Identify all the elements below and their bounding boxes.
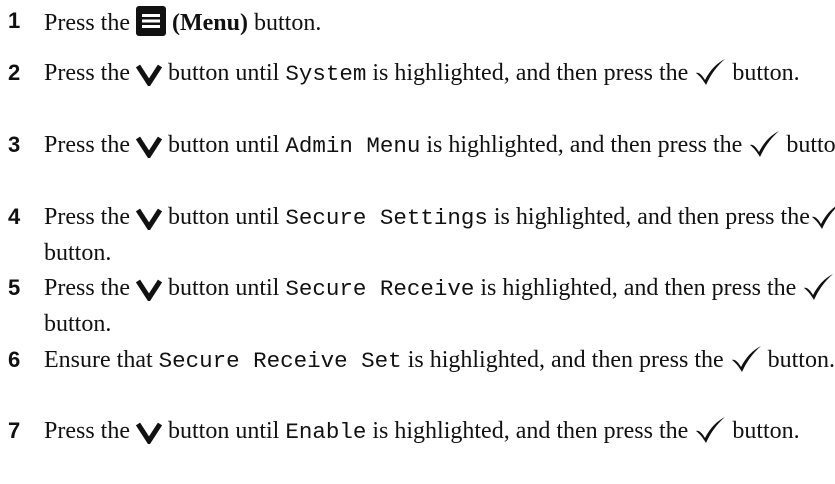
check-icon (694, 58, 726, 94)
instruction-text: button until (162, 132, 286, 158)
step-item: 4 Press the button until Secure Settings … (0, 202, 835, 268)
instruction-text: button until (162, 275, 286, 301)
instruction-text: button until (162, 204, 286, 230)
check-icon (810, 202, 835, 238)
down-arrow-icon (135, 277, 163, 309)
step-item: 5 Press the button until Secure Receive i… (0, 273, 835, 339)
step-number: 6 (8, 347, 21, 372)
menu-option-text: Enable (285, 419, 367, 445)
instruction-text: is highlighted, and then press the (420, 132, 749, 158)
down-arrow-icon (135, 62, 163, 94)
instruction-text: Press the (44, 275, 136, 301)
step-item: 7 Press the button until Enable is highli… (0, 416, 835, 452)
instruction-text: is highlighted, and then press the (366, 60, 695, 86)
instruction-text: Ensure that (44, 347, 159, 373)
step-number: 1 (8, 8, 21, 33)
menu-option-text: System (285, 61, 367, 87)
instruction-text: Press the (44, 204, 136, 230)
instruction-text: is highlighted, and then press the (366, 418, 695, 444)
instruction-text: Press the (44, 132, 136, 158)
check-icon (694, 416, 726, 452)
instruction-text: is highlighted, and then press the (401, 347, 730, 373)
button-name-text: (Menu) (172, 10, 248, 36)
step-number: 4 (8, 204, 21, 229)
step-item: 1 Press the (Menu) button. (0, 6, 835, 44)
instruction-text: Press the (44, 60, 136, 86)
down-arrow-icon (135, 134, 163, 166)
instruction-text: button. (44, 311, 112, 337)
down-arrow-icon (135, 420, 163, 452)
step-item: 2 Press the button until System is highli… (0, 58, 835, 94)
check-icon (730, 345, 762, 381)
menu-option-text: Admin Menu (285, 133, 421, 159)
step-number: 5 (8, 275, 21, 300)
step-number: 3 (8, 132, 21, 157)
instruction-text: is highlighted, and then press the (487, 204, 810, 230)
instruction-text: button. (247, 10, 322, 36)
instruction-text: button until (162, 418, 286, 444)
instruction-text: button until (162, 60, 286, 86)
step-number: 7 (8, 418, 21, 443)
instruction-text: button. (786, 132, 835, 158)
down-arrow-icon (135, 206, 163, 238)
check-icon (802, 273, 834, 309)
step-number: 2 (8, 60, 21, 85)
instruction-text: is highlighted, and then press the (474, 275, 803, 301)
step-item: 3 Press the button until Admin Menu is hi… (0, 130, 835, 166)
step-item: 6 Ensure that Secure Receive Set is highl… (0, 345, 835, 381)
instruction-text: Press the (44, 418, 136, 444)
menu-option-text: Secure Receive Set (158, 348, 402, 374)
instruction-text: button. (761, 347, 835, 373)
instruction-text: button. (726, 60, 800, 86)
menu-icon (136, 6, 166, 44)
instruction-text: Press the (44, 10, 136, 36)
check-icon (748, 130, 780, 166)
instruction-text: button. (44, 240, 112, 266)
menu-option-text: Secure Receive (285, 276, 475, 302)
instruction-text: button. (726, 418, 800, 444)
menu-option-text: Secure Settings (285, 205, 488, 231)
